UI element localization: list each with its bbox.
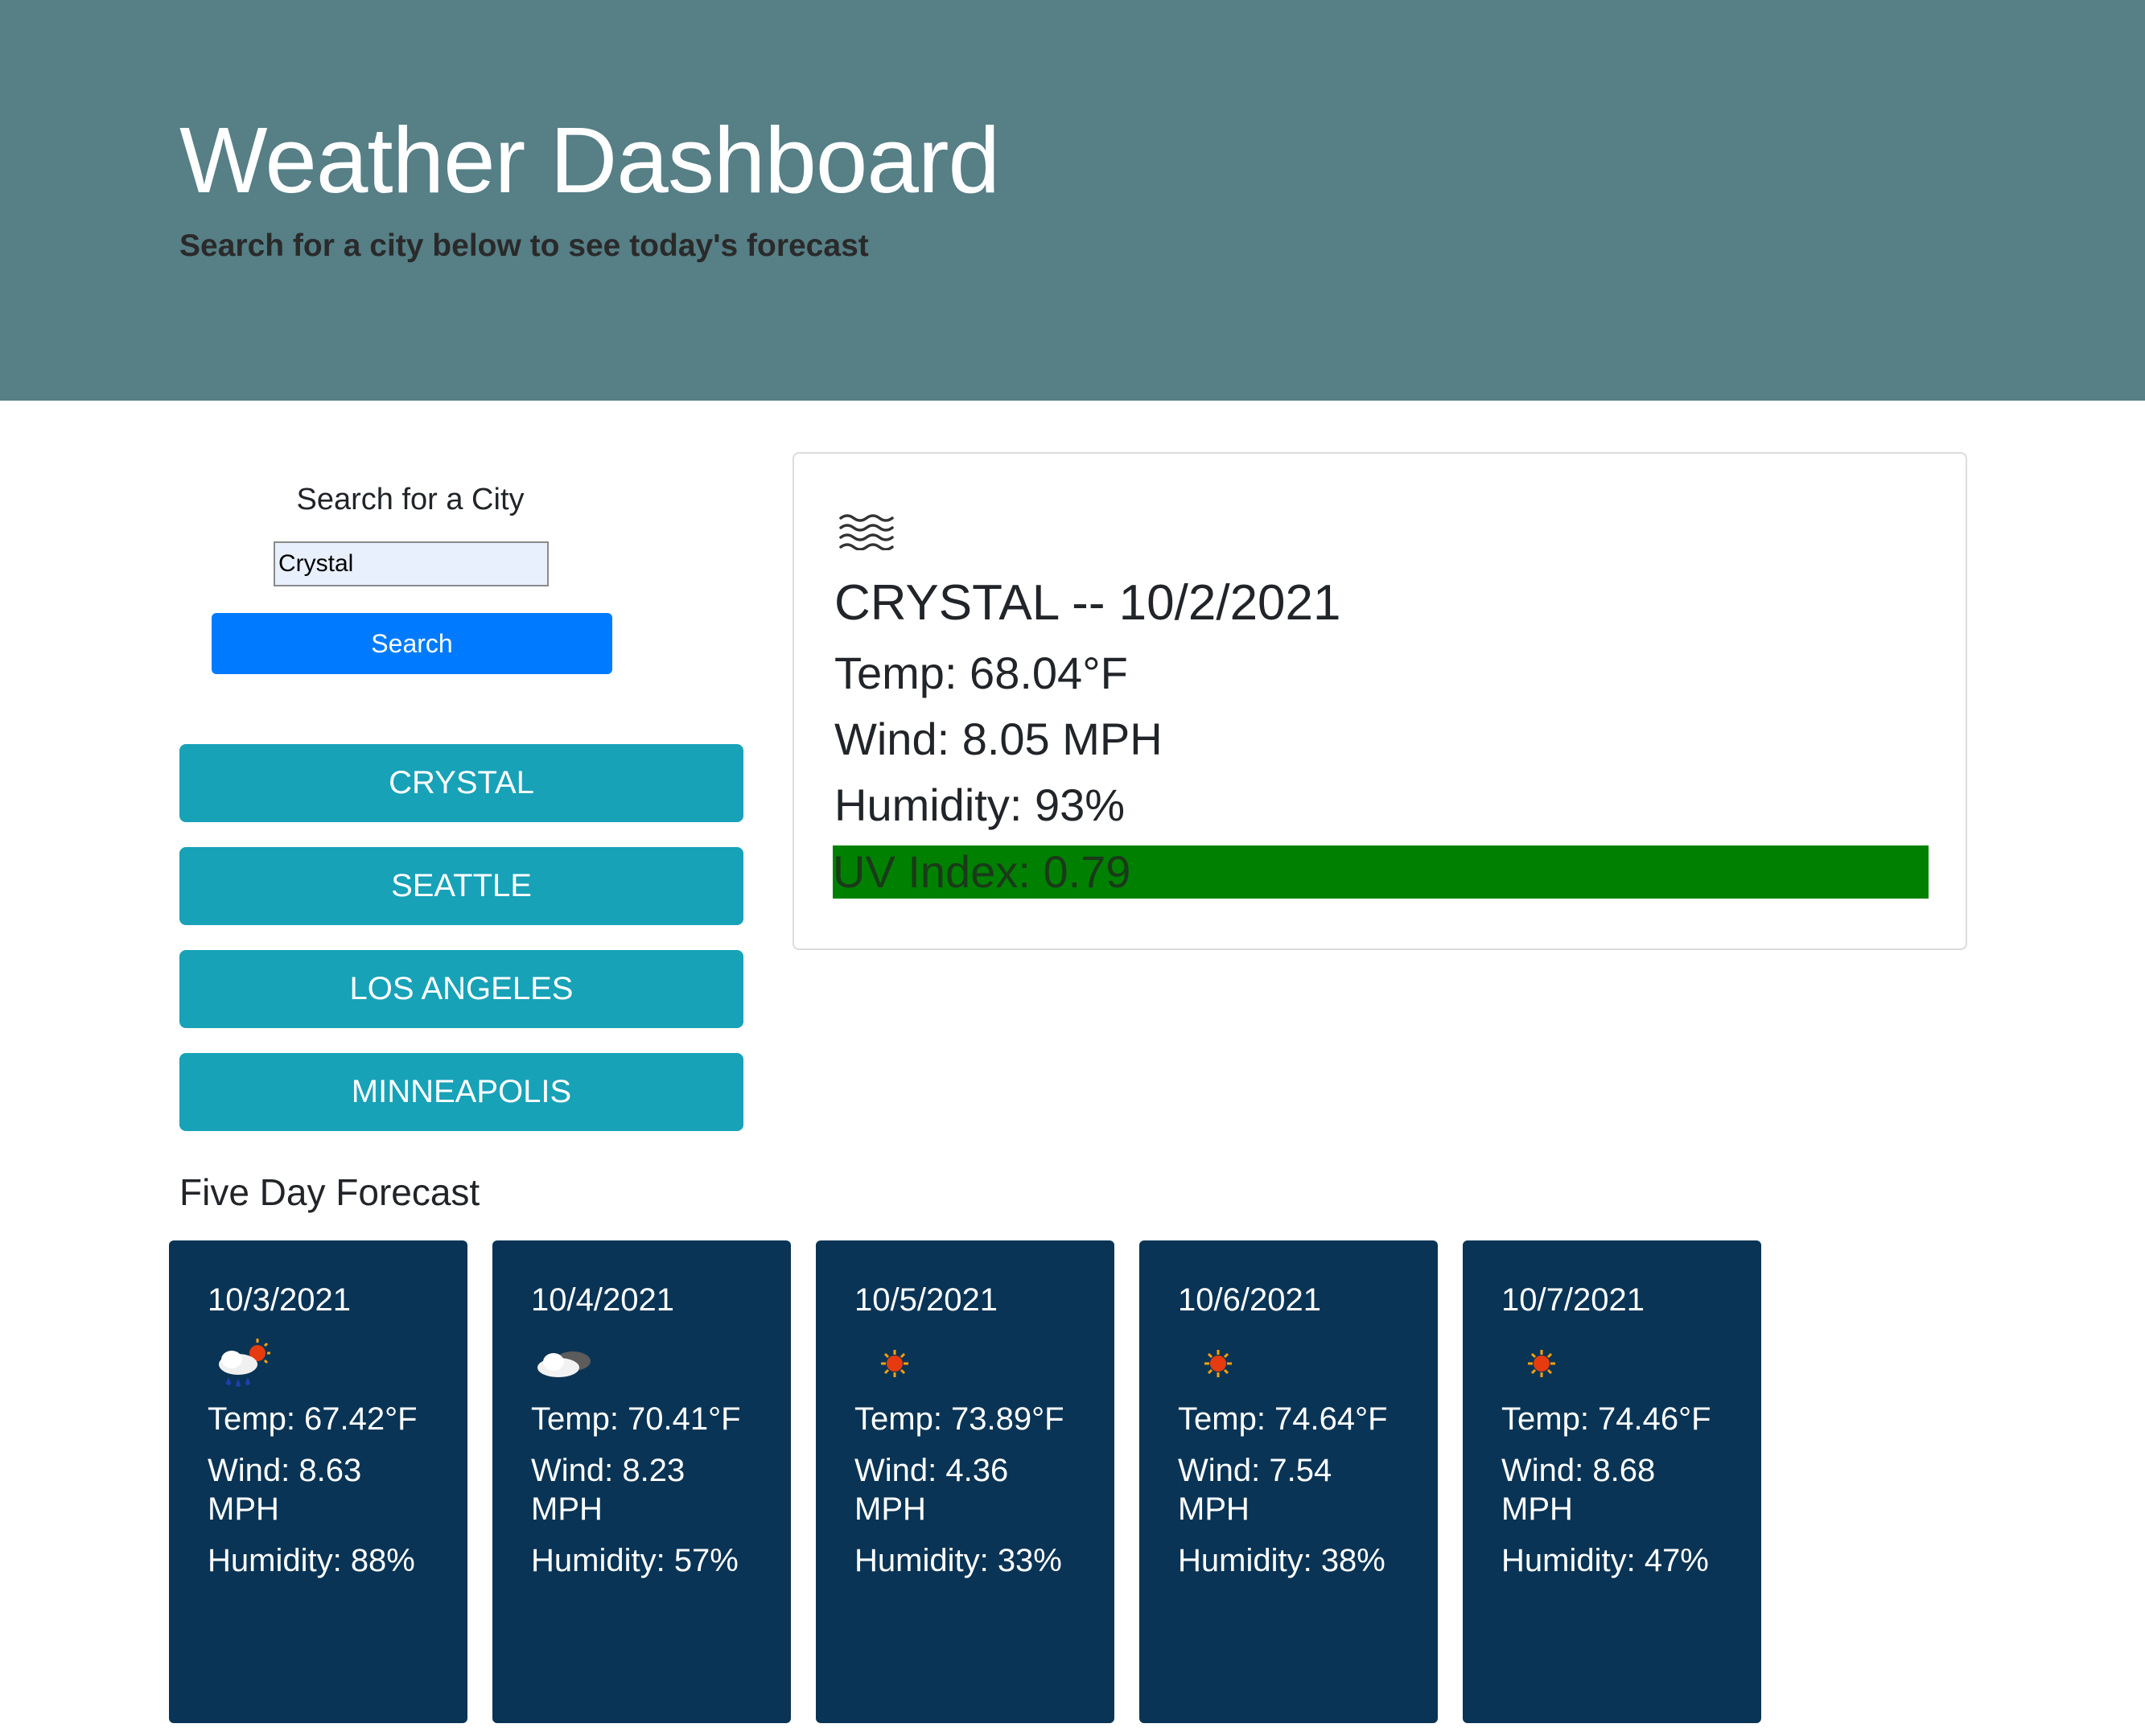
search-history: CRYSTAL SEATTLE LOS ANGELES MINNEAPOLIS (179, 744, 743, 1156)
history-button-seattle[interactable]: SEATTLE (179, 847, 743, 925)
uv-index-badge: UV Index: 0.79 (833, 845, 1929, 899)
forecast-date: 10/4/2021 (531, 1282, 674, 1318)
sun-icon (1204, 1350, 1232, 1377)
forecast-date: 10/7/2021 (1501, 1282, 1645, 1318)
current-temp: Temp: 68.04°F (834, 648, 1128, 698)
forecast-wind: Wind: 8.23 MPH (531, 1453, 685, 1527)
search-button[interactable]: Search (212, 613, 612, 674)
forecast-title: Five Day Forecast (179, 1171, 480, 1213)
forecast-card: 10/6/2021 Temp: 74.64°F Wind: 7.54 MPH H… (1139, 1240, 1438, 1723)
history-button-minneapolis[interactable]: MINNEAPOLIS (179, 1053, 743, 1131)
forecast-wind: Wind: 8.63 MPH (208, 1453, 362, 1527)
header-banner: Weather Dashboard Search for a city belo… (0, 0, 2145, 401)
forecast-card: 10/3/2021 Temp: 67.42°F Wind: 8.63 MPH H… (169, 1240, 467, 1723)
cloudy-icon (537, 1351, 591, 1377)
page-subtitle: Search for a city below to see today's f… (179, 228, 869, 263)
current-humidity: Humidity: 93% (834, 780, 1126, 830)
forecast-humidity: Humidity: 38% (1178, 1543, 1385, 1578)
forecast-date: 10/6/2021 (1178, 1282, 1321, 1318)
forecast-wind: Wind: 4.36 MPH (854, 1453, 1009, 1527)
forecast-humidity: Humidity: 47% (1501, 1543, 1709, 1578)
forecast-card: 10/4/2021 Temp: 70.41°F Wind: 8.23 MPH H… (492, 1240, 791, 1723)
forecast-wind: Wind: 8.68 MPH (1501, 1453, 1656, 1527)
forecast-date: 10/3/2021 (208, 1282, 351, 1318)
forecast-card: 10/7/2021 Temp: 74.46°F Wind: 8.68 MPH H… (1463, 1240, 1761, 1723)
page-title: Weather Dashboard (179, 108, 1000, 212)
forecast-humidity: Humidity: 88% (208, 1543, 415, 1578)
forecast-card: 10/5/2021 Temp: 73.89°F Wind: 4.36 MPH H… (816, 1240, 1114, 1723)
forecast-wind: Wind: 7.54 MPH (1178, 1453, 1332, 1527)
current-city-date: CRYSTAL -- 10/2/2021 (834, 575, 1341, 631)
forecast-temp: Temp: 67.42°F (208, 1401, 418, 1437)
history-button-los-angeles[interactable]: LOS ANGELES (179, 950, 743, 1028)
current-wind: Wind: 8.05 MPH (834, 714, 1163, 764)
rain-sun-icon (219, 1339, 270, 1387)
history-button-crystal[interactable]: CRYSTAL (179, 744, 743, 822)
mist-icon (839, 514, 894, 550)
sun-icon (881, 1350, 908, 1377)
current-weather-card: CRYSTAL -- 10/2/2021 Temp: 68.04°F Wind:… (793, 452, 1967, 950)
forecast-temp: Temp: 73.89°F (854, 1401, 1064, 1437)
forecast-temp: Temp: 70.41°F (531, 1401, 741, 1437)
search-label: Search for a City (296, 483, 525, 516)
forecast-date: 10/5/2021 (854, 1282, 998, 1318)
sun-icon (1528, 1350, 1555, 1377)
forecast-humidity: Humidity: 33% (854, 1543, 1062, 1578)
forecast-temp: Temp: 74.46°F (1501, 1401, 1711, 1437)
forecast-temp: Temp: 74.64°F (1178, 1401, 1388, 1437)
city-search-input[interactable] (274, 541, 549, 586)
forecast-humidity: Humidity: 57% (531, 1543, 739, 1578)
